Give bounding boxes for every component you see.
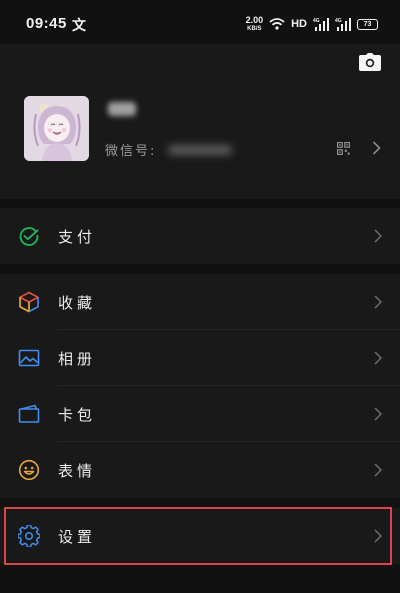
wechat-id-label: 微信号: [105, 144, 157, 159]
signal-4g-icon-2: 4G [335, 18, 351, 31]
hd-label: HD [291, 18, 307, 30]
menu-item-album-label: 相册 [58, 350, 97, 368]
wechat-pay-icon [19, 227, 39, 246]
status-right-group: 2.00 KB/S HD 4G 4G 73 [246, 14, 378, 34]
menu-item-favorites[interactable]: 收藏 [0, 274, 400, 330]
signal-4g-icon-1: 4G [313, 18, 329, 31]
battery-icon: 73 [357, 18, 378, 30]
favorites-cube-icon [19, 291, 39, 313]
status-time: 09:45 [26, 15, 67, 32]
network-speed: 2.00 KB/S [245, 15, 264, 33]
menu-item-stickers[interactable]: 表情 [0, 442, 400, 498]
menu-item-cards-label: 卡包 [58, 406, 97, 424]
chevron-right-icon [374, 463, 382, 477]
profile-chevron-right-icon[interactable] [372, 141, 381, 155]
wechat-me-screen: 09:45 文 2.00 KB/S HD 4G 4G 73 微信号: 支付 收藏… [0, 0, 400, 593]
svg-text:4G: 4G [335, 18, 342, 24]
sticker-smiley-icon [18, 459, 40, 481]
svg-text:4G: 4G [313, 18, 320, 24]
album-icon [18, 349, 40, 367]
chevron-right-icon [374, 351, 382, 365]
avatar-illustration [24, 96, 89, 161]
wifi-icon [269, 18, 285, 30]
qr-code-icon[interactable] [337, 142, 350, 155]
menu-item-pay[interactable]: 支付 [0, 208, 400, 264]
main-menu-group: 收藏 相册 卡包 表情 [0, 274, 400, 498]
profile-header: 微信号: [0, 44, 400, 199]
chevron-right-icon [374, 229, 382, 243]
status-app-glyph: 文 [72, 18, 86, 34]
camera-icon[interactable] [359, 53, 381, 71]
card-wallet-icon [18, 404, 40, 423]
avatar[interactable] [24, 96, 89, 161]
menu-item-stickers-label: 表情 [58, 462, 97, 480]
chevron-right-icon [374, 295, 382, 309]
network-speed-value: 2.00 [245, 15, 264, 25]
pay-group: 支付 [0, 208, 400, 264]
menu-item-cards[interactable]: 卡包 [0, 386, 400, 442]
menu-item-album[interactable]: 相册 [0, 330, 400, 386]
nickname-blurred [108, 102, 136, 116]
settings-highlight-box [4, 507, 392, 565]
chevron-right-icon [374, 407, 382, 421]
menu-item-pay-label: 支付 [58, 228, 97, 246]
menu-item-favorites-label: 收藏 [58, 294, 97, 312]
status-bar: 09:45 文 2.00 KB/S HD 4G 4G 73 [0, 0, 400, 44]
network-speed-unit: KB/S [247, 26, 262, 32]
wechat-id-blurred [168, 145, 232, 155]
